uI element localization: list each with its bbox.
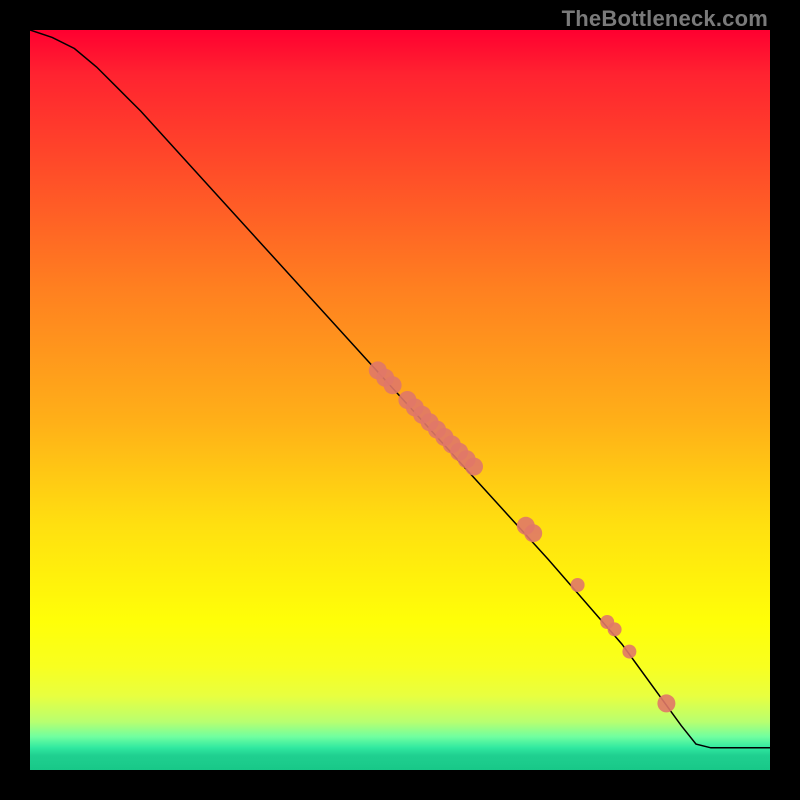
- watermark-text: TheBottleneck.com: [562, 6, 768, 32]
- data-point: [465, 458, 483, 476]
- scatter-points: [369, 361, 676, 712]
- data-point: [571, 578, 585, 592]
- data-point: [524, 524, 542, 542]
- data-point: [608, 622, 622, 636]
- data-point: [622, 645, 636, 659]
- data-point: [384, 376, 402, 394]
- data-point: [657, 694, 675, 712]
- plot-area: [30, 30, 770, 770]
- chart-frame: TheBottleneck.com: [0, 0, 800, 800]
- chart-svg: [30, 30, 770, 770]
